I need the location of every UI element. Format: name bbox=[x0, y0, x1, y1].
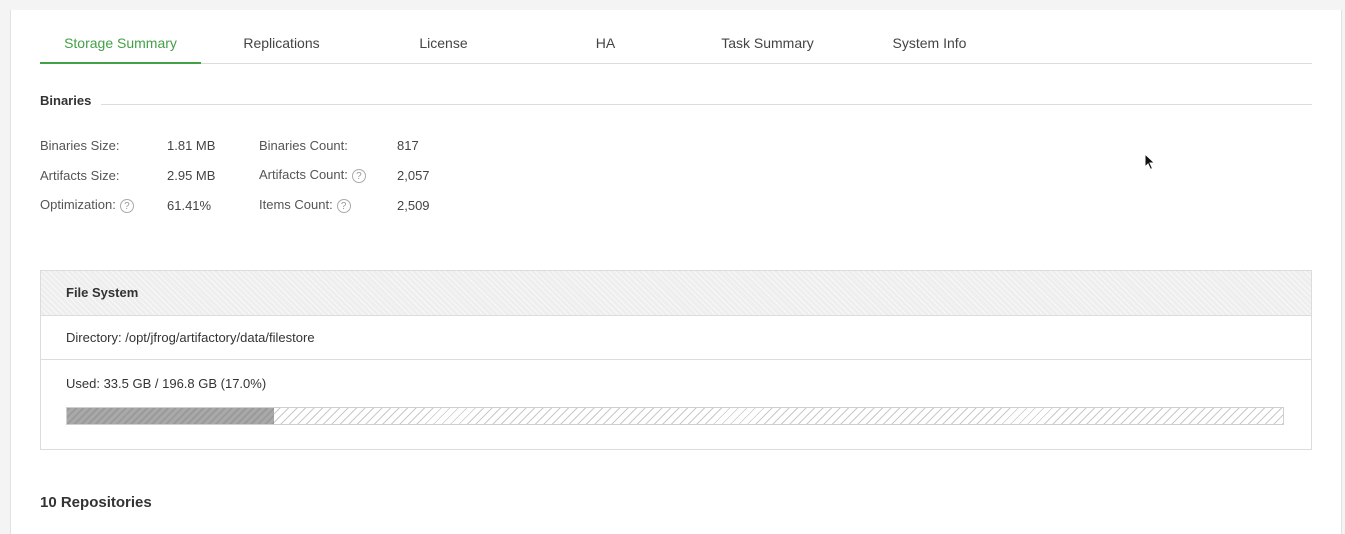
items-count-label-row: Items Count:? bbox=[259, 197, 351, 213]
tab-license[interactable]: License bbox=[363, 32, 524, 62]
section-divider bbox=[40, 104, 1312, 105]
tab-system-info[interactable]: System Info bbox=[849, 32, 1010, 62]
storage-usage-bar-fill bbox=[67, 408, 274, 424]
file-system-panel: File System Directory: /opt/jfrog/artifa… bbox=[40, 270, 1312, 450]
tab-task-summary[interactable]: Task Summary bbox=[687, 32, 848, 62]
file-system-directory: Directory: /opt/jfrog/artifactory/data/f… bbox=[41, 316, 1311, 360]
storage-usage-bar bbox=[66, 407, 1284, 425]
artifacts-size-label: Artifacts Size: bbox=[40, 168, 120, 183]
items-count-value: 2,509 bbox=[397, 198, 430, 213]
binaries-size-label: Binaries Size: bbox=[40, 138, 120, 153]
tab-bar: Storage Summary Replications License HA … bbox=[40, 32, 1312, 64]
artifacts-count-label-row: Artifacts Count:? bbox=[259, 167, 366, 183]
artifacts-size-value: 2.95 MB bbox=[167, 168, 216, 183]
tab-storage-summary[interactable]: Storage Summary bbox=[40, 32, 201, 64]
tab-ha[interactable]: HA bbox=[525, 32, 686, 62]
binaries-section-title: Binaries bbox=[40, 93, 102, 108]
binaries-count-label: Binaries Count: bbox=[259, 138, 348, 153]
tab-replications[interactable]: Replications bbox=[201, 32, 362, 62]
optimization-label: Optimization: bbox=[40, 197, 116, 212]
help-circle-icon[interactable]: ? bbox=[119, 198, 134, 213]
optimization-label-row: Optimization:? bbox=[40, 197, 134, 213]
file-system-title: File System bbox=[41, 271, 1311, 316]
artifacts-count-value: 2,057 bbox=[397, 168, 430, 183]
items-count-label: Items Count: bbox=[259, 197, 333, 212]
storage-summary-page: Storage Summary Replications License HA … bbox=[10, 10, 1342, 534]
file-system-used: Used: 33.5 GB / 196.8 GB (17.0%) bbox=[66, 376, 267, 391]
artifacts-count-label: Artifacts Count: bbox=[259, 167, 348, 182]
mouse-pointer-icon bbox=[1144, 153, 1156, 171]
binaries-size-value: 1.81 MB bbox=[167, 138, 216, 153]
help-circle-icon[interactable]: ? bbox=[351, 168, 366, 183]
repositories-title: 10 Repositories bbox=[40, 494, 152, 511]
help-circle-icon[interactable]: ? bbox=[336, 198, 351, 213]
binaries-count-value: 817 bbox=[397, 138, 419, 153]
optimization-value: 61.41% bbox=[167, 198, 212, 213]
